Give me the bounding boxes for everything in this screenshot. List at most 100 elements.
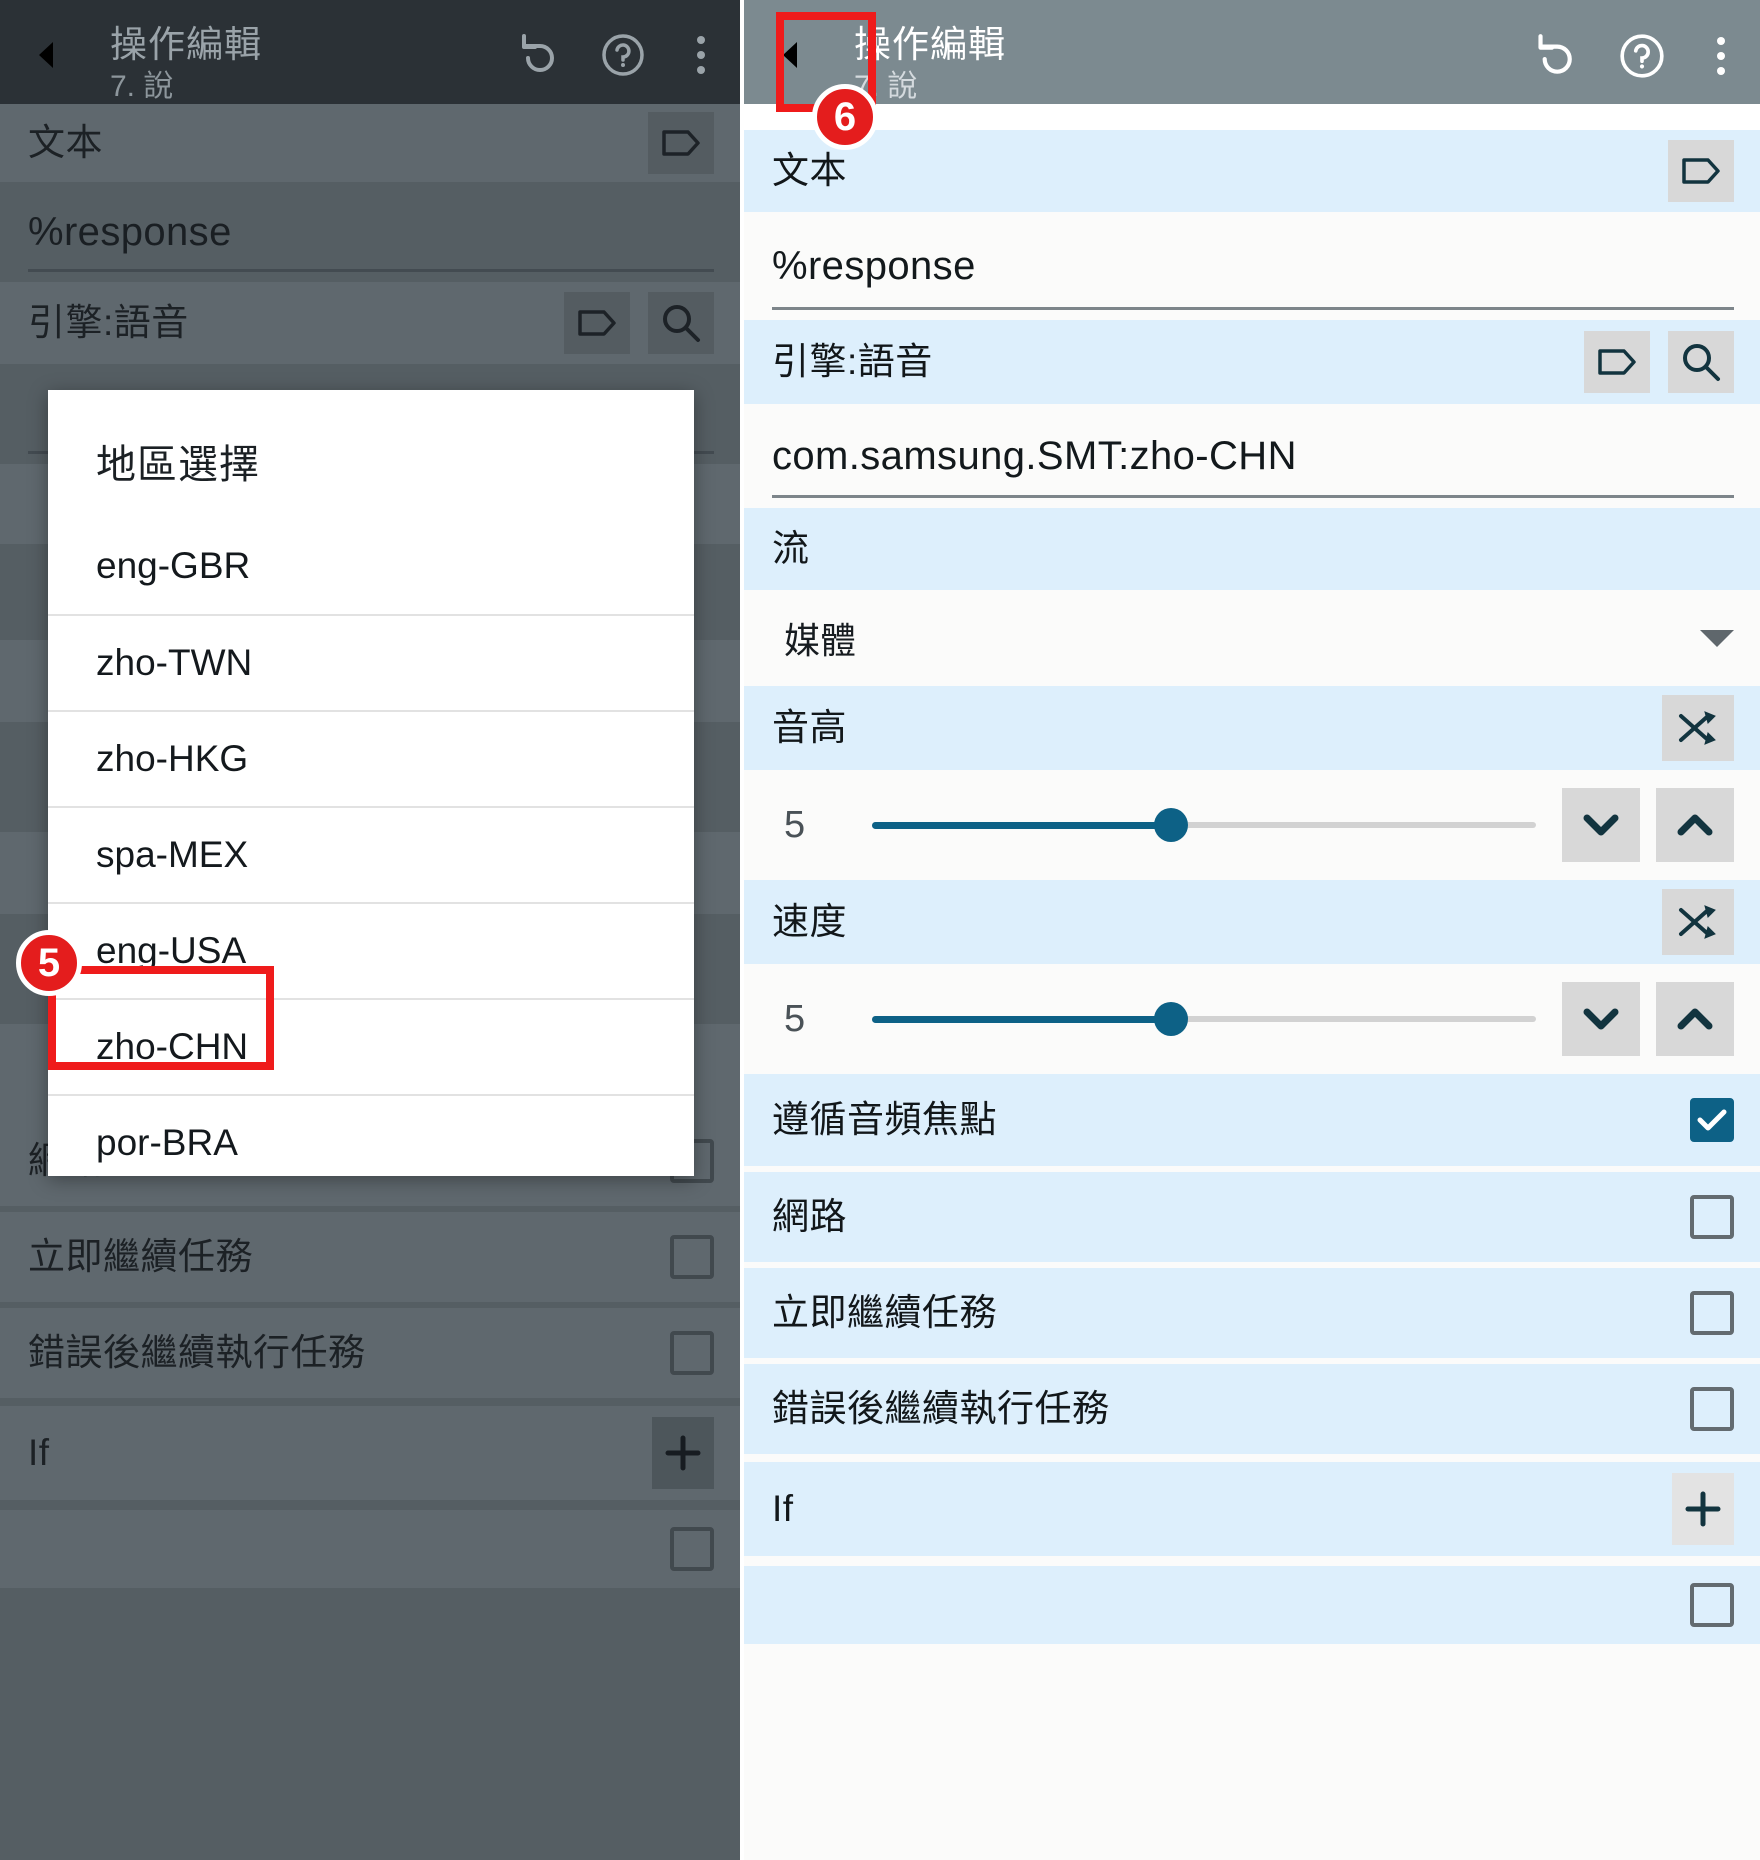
chevron-down-icon — [1700, 629, 1734, 647]
network-checkbox[interactable] — [1690, 1195, 1734, 1239]
speed-decrement-button[interactable] — [1562, 982, 1640, 1056]
right-network-label: 網路 — [772, 1195, 847, 1237]
chevron-down-icon — [1583, 1008, 1619, 1030]
right-audio-focus-label: 遵循音頻焦點 — [772, 1098, 997, 1140]
left-appbar-actions — [512, 32, 720, 78]
help-button[interactable] — [1618, 32, 1666, 80]
right-continue-error-row[interactable]: 錯誤後繼續執行任務 — [744, 1364, 1760, 1454]
right-pitch-header-row: 音高 — [744, 686, 1760, 770]
speed-slider-row[interactable]: 5 — [744, 964, 1760, 1074]
help-button[interactable] — [600, 32, 646, 78]
list-item[interactable]: spa-MEX — [48, 806, 694, 902]
right-stream-header-row: 流 — [744, 508, 1760, 590]
tag-button-engine[interactable] — [1584, 331, 1650, 393]
continue-now-checkbox[interactable] — [1690, 1291, 1734, 1335]
right-engine-value-row[interactable]: com.samsung.SMT:zho-CHN — [744, 404, 1760, 508]
right-speed-header-label: 速度 — [772, 900, 847, 942]
overflow-menu-button[interactable] — [688, 36, 714, 74]
help-icon — [602, 34, 644, 76]
pitch-value: 5 — [784, 803, 806, 846]
search-button[interactable] — [1668, 331, 1734, 393]
pitch-slider-row[interactable]: 5 — [744, 770, 1760, 880]
arrow-left-icon — [783, 42, 825, 68]
right-engine-header-label: 引擎:語音 — [772, 340, 933, 382]
right-network-row[interactable]: 網路 — [744, 1172, 1760, 1262]
overflow-menu-button[interactable] — [1708, 37, 1734, 75]
right-partial-row[interactable] — [744, 1566, 1760, 1644]
tag-icon — [1598, 349, 1636, 375]
overflow-menu-icon — [1717, 37, 1725, 45]
right-text-header-label: 文本 — [772, 149, 847, 191]
partial-checkbox[interactable] — [1690, 1583, 1734, 1627]
add-condition-button[interactable] — [1672, 1473, 1734, 1545]
tag-icon — [1682, 158, 1720, 184]
search-icon — [1683, 344, 1720, 381]
right-app-bar: 操作編輯 7. 說 — [744, 0, 1760, 104]
right-continue-now-row[interactable]: 立即繼續任務 — [744, 1268, 1760, 1358]
stream-dropdown-value: 媒體 — [784, 620, 857, 661]
back-button[interactable] — [24, 24, 94, 86]
list-item[interactable]: zho-HKG — [48, 710, 694, 806]
slider-fill — [872, 1015, 1171, 1023]
undo-button[interactable] — [1528, 32, 1576, 80]
speed-value: 5 — [784, 997, 806, 1040]
annotation-badge-step5: 5 — [16, 930, 82, 996]
right-text-header-row: 文本 — [744, 130, 1760, 212]
pitch-randomize-button[interactable] — [1662, 695, 1734, 761]
dialog-title: 地區選擇 — [96, 443, 260, 487]
help-icon — [1620, 34, 1664, 78]
left-panel-screen: 操作編輯 7. 說 文本 %response 引擎:語音 立即繼續任務 錯誤後繼… — [0, 0, 740, 1860]
region-selection-dialog: 地區選擇 eng-GBR zho-TWN zho-HKG spa-MEX eng… — [48, 390, 694, 1176]
right-continue-now-label: 立即繼續任務 — [772, 1291, 997, 1333]
audio-focus-checkbox[interactable] — [1690, 1098, 1734, 1142]
right-audio-focus-row[interactable]: 遵循音頻焦點 — [744, 1074, 1760, 1166]
undo-icon — [522, 34, 554, 72]
chevron-up-icon — [1677, 814, 1713, 836]
continue-after-error-checkbox[interactable] — [1690, 1387, 1734, 1431]
list-item[interactable]: zho-TWN — [48, 614, 694, 710]
tag-button[interactable] — [1668, 140, 1734, 202]
overflow-menu-icon — [697, 36, 705, 44]
dual-screenshot: 操作編輯 7. 說 文本 %response 引擎:語音 立即繼續任務 錯誤後繼… — [0, 0, 1760, 1860]
right-if-row[interactable]: If — [744, 1462, 1760, 1556]
right-engine-header-row: 引擎:語音 — [744, 320, 1760, 404]
slider-fill — [872, 821, 1171, 829]
list-item-zho-chn[interactable]: zho-CHN — [48, 998, 694, 1094]
pitch-decrement-button[interactable] — [1562, 788, 1640, 862]
left-app-bar: 操作編輯 7. 說 — [0, 0, 740, 104]
undo-button[interactable] — [512, 32, 558, 78]
speed-increment-button[interactable] — [1656, 982, 1734, 1056]
slider-thumb[interactable] — [1153, 808, 1188, 842]
field-underline — [772, 307, 1734, 310]
right-engine-value: com.samsung.SMT:zho-CHN — [772, 433, 1297, 478]
right-content: 文本 %response 引擎:語音 com.samsung.SMT:zho-C… — [744, 130, 1760, 1860]
right-text-value: %response — [772, 243, 976, 288]
plus-icon — [1685, 1491, 1721, 1527]
chevron-down-icon — [1583, 814, 1619, 836]
undo-icon — [1538, 34, 1572, 74]
left-title-block: 操作編輯 7. 說 — [110, 22, 512, 106]
slider-thumb[interactable] — [1153, 1002, 1188, 1036]
right-text-value-row[interactable]: %response — [744, 212, 1760, 320]
shuffle-icon — [1679, 905, 1716, 939]
region-option-list: eng-GBR zho-TWN zho-HKG spa-MEX eng-USA … — [48, 518, 694, 1190]
right-continue-error-label: 錯誤後繼續執行任務 — [772, 1387, 1110, 1429]
right-title-block: 操作編輯 7. 說 — [854, 22, 1528, 106]
pitch-increment-button[interactable] — [1656, 788, 1734, 862]
list-item[interactable]: por-BRA — [48, 1094, 694, 1190]
right-if-label: If — [772, 1487, 794, 1529]
speed-slider[interactable] — [872, 1000, 1536, 1038]
pitch-slider[interactable] — [872, 806, 1536, 844]
right-panel-screen: 操作編輯 7. 說 文本 %response 引擎:語音 com.samsung… — [740, 0, 1760, 1860]
back-button-highlighted[interactable] — [768, 24, 838, 86]
list-item[interactable]: eng-USA — [48, 902, 694, 998]
chevron-up-icon — [1677, 1008, 1713, 1030]
field-underline — [772, 495, 1734, 498]
speed-randomize-button[interactable] — [1662, 889, 1734, 955]
annotation-badge-step6: 6 — [812, 84, 878, 150]
right-pitch-header-label: 音高 — [772, 706, 847, 748]
right-stream-header-label: 流 — [772, 527, 810, 569]
stream-dropdown[interactable]: 媒體 — [744, 590, 1760, 686]
list-item[interactable]: eng-GBR — [48, 518, 694, 614]
check-icon — [1697, 1109, 1727, 1131]
